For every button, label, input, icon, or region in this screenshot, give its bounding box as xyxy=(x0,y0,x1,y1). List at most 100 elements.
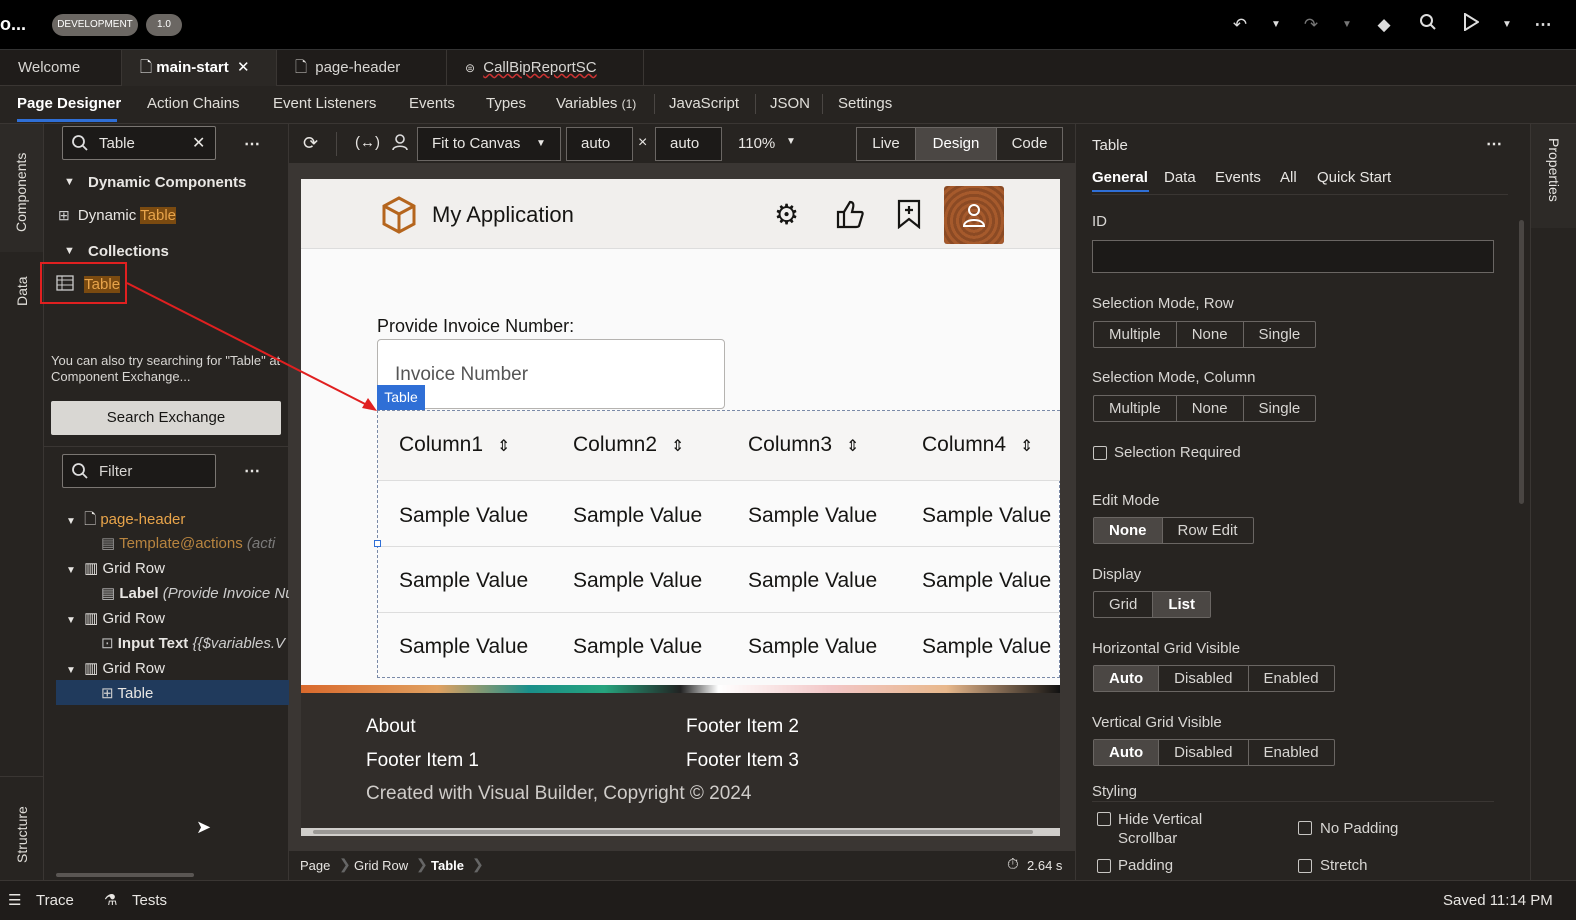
column-header[interactable]: Column1 ⇕ xyxy=(399,433,510,457)
properties-rail-tab[interactable]: Properties xyxy=(1531,124,1576,228)
tree-node-page-header[interactable]: ▼ 🗋 page-header xyxy=(66,509,185,534)
redo-menu-chevron-icon[interactable]: ▼ xyxy=(1335,13,1359,37)
option-auto[interactable]: Auto xyxy=(1094,666,1160,691)
sort-icon[interactable]: ⇕ xyxy=(1020,438,1033,455)
tree-node-table[interactable]: ⊞ Table xyxy=(101,684,153,702)
components-rail-tab[interactable]: Components xyxy=(0,124,43,252)
option-auto[interactable]: Auto xyxy=(1094,740,1160,765)
table-row[interactable]: Sample Value Sample Value Sample Value S… xyxy=(378,547,1060,613)
option-list[interactable]: List xyxy=(1153,592,1211,617)
chevron-down-icon[interactable]: ▼ xyxy=(786,136,796,147)
tree-node-label[interactable]: ▤ Label (Provide Invoice Nu xyxy=(101,584,294,602)
panel-more-icon[interactable]: ⋯ xyxy=(244,134,260,154)
option-none[interactable]: None xyxy=(1177,322,1244,347)
more-icon[interactable]: ⋯ xyxy=(1531,13,1555,37)
option-single[interactable]: Single xyxy=(1244,396,1316,421)
tests-flask-icon[interactable]: ⚗ xyxy=(104,891,117,909)
canvas-height-input[interactable]: auto xyxy=(655,127,722,161)
undo-menu-chevron-icon[interactable]: ▼ xyxy=(1264,13,1288,37)
variables-binding-icon[interactable]: (↔) xyxy=(355,134,380,151)
prop-tab-events[interactable]: Events xyxy=(1215,169,1261,186)
fit-to-canvas-select[interactable]: Fit to Canvas ▼ xyxy=(417,127,561,161)
search-exchange-button[interactable]: Search Exchange xyxy=(51,401,281,435)
table-row[interactable]: Sample Value Sample Value Sample Value S… xyxy=(378,613,1060,679)
canvas-horizontal-scrollbar[interactable] xyxy=(301,828,1060,836)
padding-checkbox[interactable] xyxy=(1097,859,1111,873)
selection-required-checkbox[interactable] xyxy=(1093,446,1107,460)
option-disabled[interactable]: Disabled xyxy=(1159,740,1249,765)
tab-json[interactable]: JSON xyxy=(770,95,810,112)
canvas-width-input[interactable]: auto xyxy=(566,127,633,161)
id-input[interactable] xyxy=(1092,240,1494,273)
stretch-checkbox[interactable] xyxy=(1298,859,1312,873)
tests-button[interactable]: Tests xyxy=(132,892,167,909)
tree-node-grid-row[interactable]: ▼ ▥ Grid Row xyxy=(66,659,165,677)
option-grid[interactable]: Grid xyxy=(1094,592,1154,617)
tab-main-start[interactable]: 🗋 main-start ✕ xyxy=(122,50,277,86)
sort-icon[interactable]: ⇕ xyxy=(846,438,859,455)
zoom-select[interactable]: 110% xyxy=(738,135,775,152)
prop-tab-all[interactable]: All xyxy=(1280,169,1297,186)
hide-vertical-scrollbar-checkbox[interactable] xyxy=(1097,812,1111,826)
horizontal-scrollbar[interactable] xyxy=(56,873,194,877)
resize-handle[interactable] xyxy=(374,540,381,547)
prop-tab-quick-start[interactable]: Quick Start xyxy=(1317,169,1391,186)
avatar[interactable] xyxy=(944,186,1004,244)
option-single[interactable]: Single xyxy=(1244,322,1316,347)
prop-tab-general[interactable]: General xyxy=(1092,169,1148,186)
table-row[interactable]: Sample Value Sample Value Sample Value S… xyxy=(378,481,1060,547)
run-icon[interactable] xyxy=(1459,12,1483,37)
component-table[interactable]: Table xyxy=(56,275,121,293)
tab-settings[interactable]: Settings xyxy=(838,95,892,112)
structure-more-icon[interactable]: ⋯ xyxy=(244,461,260,481)
selected-tree-row[interactable] xyxy=(56,680,289,705)
tab-action-chains[interactable]: Action Chains xyxy=(147,95,240,112)
breadcrumb-grid-row[interactable]: Grid Row xyxy=(354,858,408,873)
option-none[interactable]: None xyxy=(1177,396,1244,421)
sort-icon[interactable]: ⇕ xyxy=(497,438,510,455)
properties-more-icon[interactable]: ⋯ xyxy=(1486,134,1502,154)
redo-icon[interactable]: ↷ xyxy=(1299,13,1323,37)
footer-link-item2[interactable]: Footer Item 2 xyxy=(686,716,799,738)
option-multiple[interactable]: Multiple xyxy=(1094,322,1177,347)
tab-javascript[interactable]: JavaScript xyxy=(669,95,739,112)
tab-callbipreportsc[interactable]: ⊜ CallBipReportSC xyxy=(447,50,644,86)
breadcrumb-table[interactable]: Table xyxy=(431,858,464,873)
tree-node-input-text[interactable]: ⊡ Input Text {{$variables.V xyxy=(101,634,285,652)
tab-types[interactable]: Types xyxy=(486,95,526,112)
group-dynamic-components[interactable]: Dynamic Components xyxy=(88,174,246,191)
tab-event-listeners[interactable]: Event Listeners xyxy=(273,95,376,112)
git-icon[interactable]: ◆ xyxy=(1372,13,1396,37)
footer-link-about[interactable]: About xyxy=(366,716,416,738)
close-icon[interactable]: ✕ xyxy=(237,59,250,76)
search-icon[interactable] xyxy=(1416,13,1440,37)
chevron-down-icon[interactable]: ▼ xyxy=(64,176,75,188)
tab-variables[interactable]: Variables (1) xyxy=(556,95,636,112)
user-icon[interactable] xyxy=(391,133,409,156)
clear-search-icon[interactable]: ✕ xyxy=(192,133,205,153)
invoice-number-input[interactable]: Invoice Number xyxy=(377,339,725,409)
component-dynamic-table[interactable]: ⊞ Dynamic Table xyxy=(58,207,177,224)
column-header[interactable]: Column3 ⇕ xyxy=(748,433,859,457)
option-multiple[interactable]: Multiple xyxy=(1094,396,1177,421)
chevron-down-icon[interactable]: ▼ xyxy=(64,245,75,257)
group-collections[interactable]: Collections xyxy=(88,243,169,260)
no-padding-checkbox[interactable] xyxy=(1298,821,1312,835)
data-rail-tab[interactable]: Data xyxy=(0,254,43,324)
like-icon[interactable] xyxy=(835,199,865,229)
tab-page-header[interactable]: 🗋 page-header xyxy=(277,50,447,86)
option-none[interactable]: None xyxy=(1094,518,1163,543)
tree-node-template[interactable]: ▤ Template@actions (acti xyxy=(101,534,275,552)
sort-icon[interactable]: ⇕ xyxy=(671,438,684,455)
footer-link-item3[interactable]: Footer Item 3 xyxy=(686,750,799,772)
tab-events[interactable]: Events xyxy=(409,95,455,112)
tree-node-grid-row[interactable]: ▼ ▥ Grid Row xyxy=(66,559,165,577)
mode-design-button[interactable]: Design xyxy=(916,128,997,160)
tab-page-designer[interactable]: Page Designer xyxy=(17,95,121,112)
component-search-field[interactable]: Table ✕ xyxy=(62,126,216,160)
prop-tab-data[interactable]: Data xyxy=(1164,169,1196,186)
undo-icon[interactable]: ↶ xyxy=(1228,13,1252,37)
breadcrumb-page[interactable]: Page xyxy=(300,858,330,873)
trace-icon[interactable]: ☰ xyxy=(8,891,21,909)
footer-link-item1[interactable]: Footer Item 1 xyxy=(366,750,479,772)
